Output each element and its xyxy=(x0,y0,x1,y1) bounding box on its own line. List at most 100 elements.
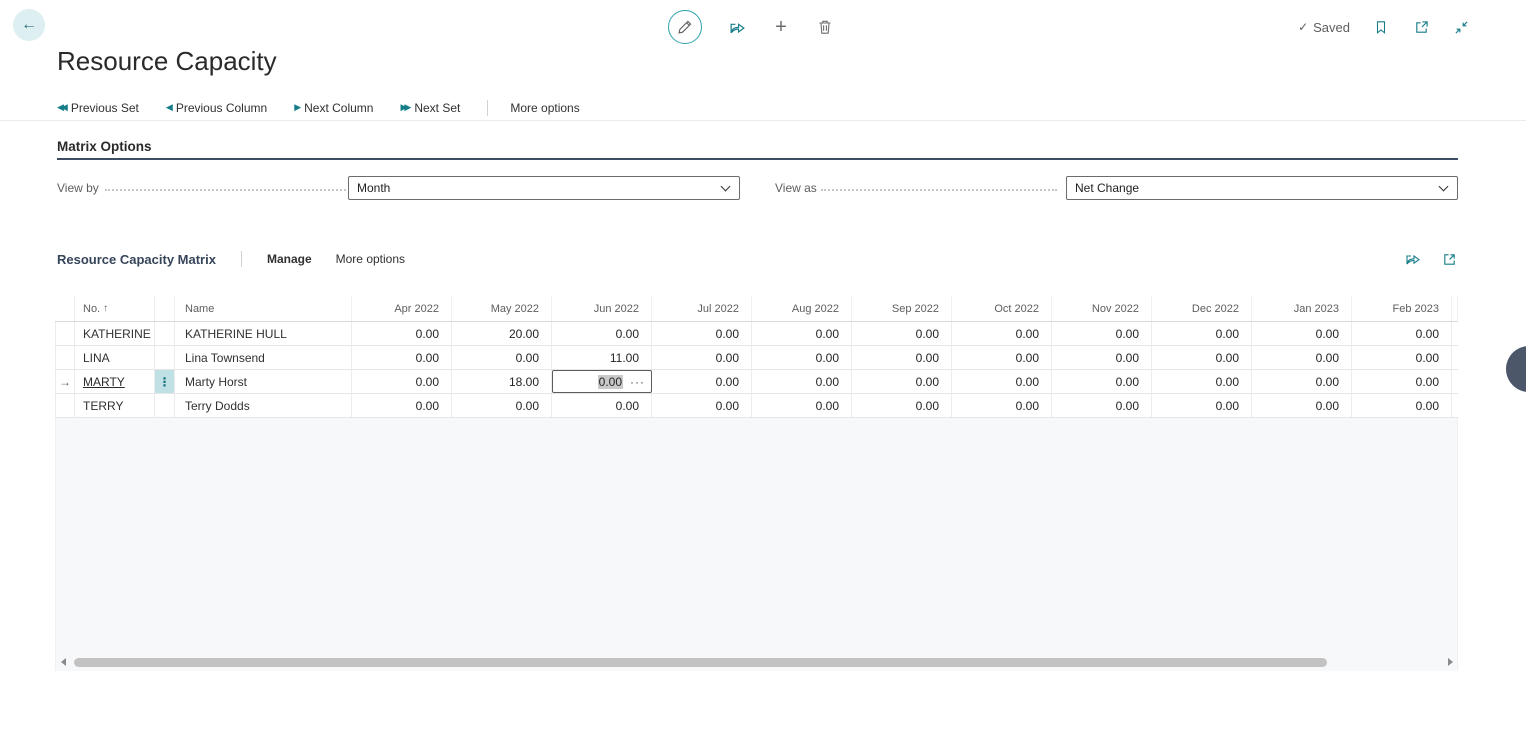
assist-edit-icon[interactable]: ··· xyxy=(630,375,645,389)
value-cell[interactable]: 0.00 xyxy=(352,370,452,393)
row-menu-cell[interactable]: ⋮ xyxy=(155,370,175,393)
row-no-cell[interactable]: LINA xyxy=(75,346,155,369)
value-cell[interactable]: 0.00 xyxy=(852,346,952,369)
value-cell[interactable]: 0.00 xyxy=(1052,370,1152,393)
value-cell[interactable]: 0.00 xyxy=(752,394,852,417)
value-cell[interactable]: 0.00 xyxy=(852,322,952,345)
value-cell[interactable]: 0.00 xyxy=(952,370,1052,393)
header-month-cell[interactable]: May 2022 xyxy=(452,296,552,321)
value-cell[interactable]: 0.00 xyxy=(652,322,752,345)
header-month-cell[interactable]: Oct 2022 xyxy=(952,296,1052,321)
value-cell[interactable]: 0.00 xyxy=(1352,370,1452,393)
row-select-cell[interactable]: → xyxy=(55,370,75,393)
table-row[interactable]: KATHERINEKATHERINE HULL0.0020.000.000.00… xyxy=(55,322,1458,346)
value-cell[interactable]: 0.00 xyxy=(1352,322,1452,345)
value-cell[interactable]: 0.00 xyxy=(1252,322,1352,345)
header-month-cell[interactable]: Jan 2023 xyxy=(1252,296,1352,321)
row-name-cell[interactable]: Terry Dodds xyxy=(175,394,352,417)
scrollbar-track[interactable] xyxy=(68,657,1445,667)
value-cell[interactable]: 0.00 xyxy=(1252,394,1352,417)
row-name-cell[interactable]: Lina Townsend xyxy=(175,346,352,369)
value-cell[interactable]: 0.00 xyxy=(1152,346,1252,369)
value-cell[interactable]: 0.00 xyxy=(552,394,652,417)
previous-column-button[interactable]: ◀ Previous Column xyxy=(166,101,267,115)
matrix-expand-button[interactable] xyxy=(1440,250,1458,268)
value-cell[interactable]: 0.00 xyxy=(1052,394,1152,417)
header-name-cell[interactable]: Name xyxy=(175,296,352,321)
scrollbar-thumb[interactable] xyxy=(74,658,1327,667)
value-cell[interactable]: 0.00 xyxy=(752,370,852,393)
value-cell[interactable]: 0.00 xyxy=(752,346,852,369)
header-month-cell[interactable]: Jun 2022 xyxy=(552,296,652,321)
manage-button[interactable]: Manage xyxy=(267,252,312,266)
value-cell[interactable]: 0.00 xyxy=(652,346,752,369)
value-cell[interactable]: 0.00 xyxy=(852,370,952,393)
value-cell[interactable]: 0.00 xyxy=(852,394,952,417)
matrix-more-options-button[interactable]: More options xyxy=(336,252,405,266)
header-month-cell[interactable]: Feb 2023 xyxy=(1352,296,1452,321)
more-options-button[interactable]: More options xyxy=(510,101,579,115)
edit-mode-button[interactable] xyxy=(668,10,702,44)
value-cell[interactable]: 0.00 xyxy=(452,346,552,369)
row-no-cell[interactable]: KATHERINE xyxy=(75,322,155,345)
value-cell[interactable]: 0.00 xyxy=(352,322,452,345)
header-month-cell[interactable]: Sep 2022 xyxy=(852,296,952,321)
table-row[interactable]: LINALina Townsend0.000.0011.000.000.000.… xyxy=(55,346,1458,370)
value-cell[interactable]: 0.00 xyxy=(1152,394,1252,417)
next-column-button[interactable]: ▶ Next Column xyxy=(294,101,373,115)
table-row[interactable]: →MARTY⋮Marty Horst0.0018.000.00···0.000.… xyxy=(55,370,1458,394)
value-cell[interactable]: 0.00 xyxy=(452,394,552,417)
row-select-cell[interactable] xyxy=(55,346,75,369)
value-cell[interactable]: 0.00 xyxy=(952,322,1052,345)
scroll-left-button[interactable] xyxy=(58,657,68,667)
value-cell[interactable]: 18.00 xyxy=(452,370,552,393)
row-name-cell[interactable]: KATHERINE HULL xyxy=(175,322,352,345)
back-button[interactable]: ← xyxy=(13,9,45,41)
value-cell[interactable]: 0.00 xyxy=(1352,346,1452,369)
value-cell[interactable]: 0.00 xyxy=(352,394,452,417)
matrix-share-button[interactable] xyxy=(1404,250,1422,268)
value-cell[interactable]: 0.00 xyxy=(752,322,852,345)
value-cell[interactable]: 0.00 xyxy=(1052,322,1152,345)
value-cell[interactable]: 0.00 xyxy=(1252,346,1352,369)
next-set-button[interactable]: ▶▶ Next Set xyxy=(400,101,460,115)
row-no-text[interactable]: MARTY xyxy=(83,375,125,389)
value-cell[interactable]: 0.00 xyxy=(652,394,752,417)
value-cell[interactable]: 0.00 xyxy=(952,394,1052,417)
value-cell[interactable]: 0.00 xyxy=(1052,346,1152,369)
row-select-cell[interactable] xyxy=(55,322,75,345)
value-cell[interactable]: 0.00 xyxy=(1352,394,1452,417)
delete-button[interactable] xyxy=(816,18,834,36)
table-row[interactable]: TERRYTerry Dodds0.000.000.000.000.000.00… xyxy=(55,394,1458,418)
view-by-select[interactable]: Month xyxy=(348,176,740,200)
row-name-cell[interactable]: Marty Horst xyxy=(175,370,352,393)
value-cell[interactable]: 0.00 xyxy=(952,346,1052,369)
open-in-new-window-button[interactable] xyxy=(1412,18,1430,36)
value-cell[interactable]: 0.00 xyxy=(552,322,652,345)
header-month-cell[interactable]: Nov 2022 xyxy=(1052,296,1152,321)
row-select-cell[interactable] xyxy=(55,394,75,417)
header-no-cell[interactable]: No. ↑ xyxy=(75,296,155,321)
horizontal-scrollbar[interactable] xyxy=(58,656,1455,668)
previous-set-button[interactable]: ◀◀ Previous Set xyxy=(57,101,139,115)
header-month-cell[interactable]: Dec 2022 xyxy=(1152,296,1252,321)
value-cell[interactable]: 0.00 xyxy=(652,370,752,393)
new-button[interactable]: + xyxy=(772,18,790,36)
value-cell[interactable]: 0.00 xyxy=(1152,370,1252,393)
value-cell[interactable]: 0.00 xyxy=(1252,370,1352,393)
share-button[interactable] xyxy=(728,18,746,36)
side-panel-handle[interactable] xyxy=(1506,346,1526,392)
view-as-select[interactable]: Net Change xyxy=(1066,176,1458,200)
value-cell[interactable]: 0.00 xyxy=(352,346,452,369)
value-cell[interactable]: 0.00 xyxy=(1152,322,1252,345)
row-no-cell[interactable]: MARTY xyxy=(75,370,155,393)
scroll-right-button[interactable] xyxy=(1445,657,1455,667)
value-cell[interactable]: 20.00 xyxy=(452,322,552,345)
header-month-cell[interactable]: Jul 2022 xyxy=(652,296,752,321)
header-month-cell[interactable]: Apr 2022 xyxy=(352,296,452,321)
header-month-cell[interactable]: Aug 2022 xyxy=(752,296,852,321)
bookmark-button[interactable] xyxy=(1372,18,1390,36)
value-cell[interactable]: 11.00 xyxy=(552,346,652,369)
collapse-button[interactable] xyxy=(1452,18,1470,36)
focused-value-cell[interactable]: 0.00··· xyxy=(552,370,652,393)
